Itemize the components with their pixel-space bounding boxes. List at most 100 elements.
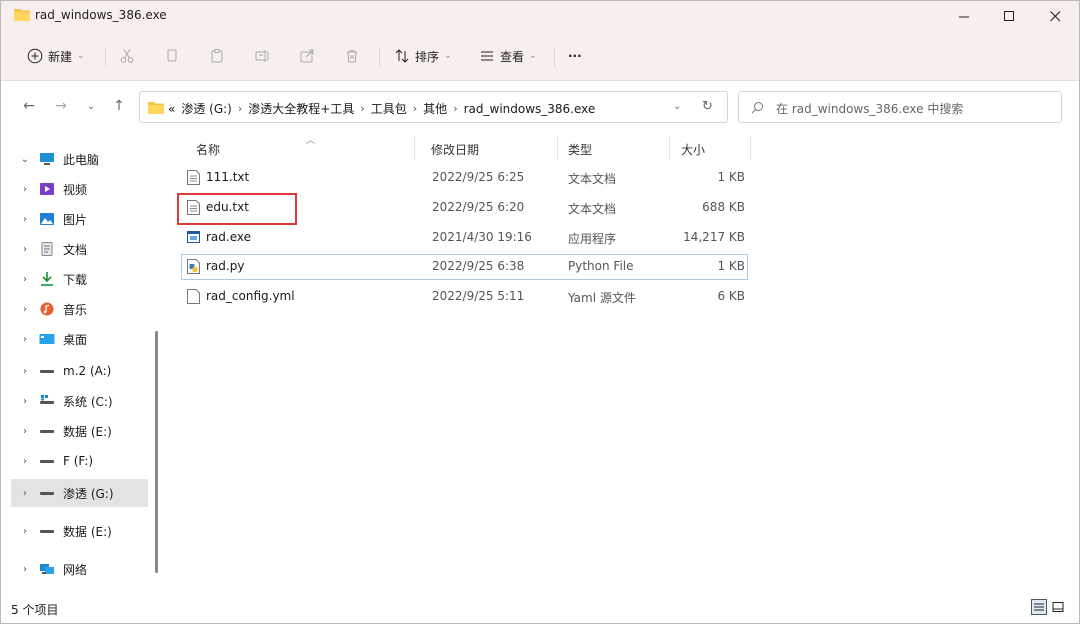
- sidebar-item-label: m.2 (A:): [63, 364, 112, 378]
- tiles-view-icon: [1052, 602, 1064, 612]
- column-divider[interactable]: [414, 135, 415, 161]
- sidebar-item-label: 下载: [63, 272, 88, 287]
- delete-button[interactable]: [344, 45, 360, 67]
- minimize-button[interactable]: [941, 1, 987, 31]
- sidebar-item-drive-e-2[interactable]: › 数据 (E:): [1, 517, 148, 545]
- sidebar-item-drive-a[interactable]: › m.2 (A:): [1, 357, 148, 385]
- sort-button[interactable]: 排序 ⌄: [394, 45, 452, 67]
- chevron-right-icon[interactable]: ›: [19, 214, 31, 225]
- details-view-button[interactable]: [1031, 599, 1047, 615]
- explorer-window: rad_windows_386.exe 新建 ⌄ 排序 ⌄ 查看 ⌄ ··· ←…: [0, 0, 1080, 624]
- column-header-type[interactable]: 类型: [568, 141, 592, 158]
- sort-label: 排序: [415, 49, 440, 64]
- file-row-rad-py[interactable]: rad.py 2022/9/25 6:38 Python File 1 KB: [181, 254, 748, 280]
- share-button[interactable]: [299, 45, 315, 67]
- file-list: ︿ 名称 修改日期 类型 大小 111.txt 2022/9/25 6:25 文…: [163, 131, 1079, 593]
- pc-icon: [40, 153, 54, 165]
- arrow-right-icon: →: [55, 98, 67, 114]
- address-bar[interactable]: « 渗透 (G:) › 渗透大全教程+工具 › 工具包 › 其他 › rad_w…: [139, 91, 728, 123]
- forward-button[interactable]: →: [51, 97, 71, 115]
- sidebar-item-drive-e[interactable]: › 数据 (E:): [1, 417, 148, 445]
- python-file-icon: [187, 259, 200, 274]
- sidebar-item-drive-f[interactable]: › F (F:): [1, 447, 148, 475]
- file-size: 688 KB: [702, 200, 745, 214]
- file-row-rad-exe[interactable]: rad.exe 2021/4/30 19:16 应用程序 14,217 KB: [181, 225, 748, 251]
- refresh-icon[interactable]: ↻: [702, 99, 713, 114]
- chevron-right-icon[interactable]: ›: [19, 426, 31, 437]
- file-row-111-txt[interactable]: 111.txt 2022/9/25 6:25 文本文档 1 KB: [181, 165, 748, 191]
- chevron-right-icon[interactable]: ›: [19, 396, 31, 407]
- chevron-right-icon[interactable]: ›: [19, 334, 31, 345]
- column-divider[interactable]: [557, 135, 558, 161]
- sidebar-item-this-pc[interactable]: ⌄ 此电脑: [1, 145, 148, 173]
- up-button[interactable]: ↑: [109, 97, 129, 115]
- chevron-down-icon: ⌄: [529, 51, 537, 61]
- sidebar-item-music[interactable]: › 音乐: [1, 295, 148, 323]
- more-button[interactable]: ···: [568, 45, 582, 67]
- chevron-right-icon[interactable]: ›: [19, 488, 31, 499]
- chevron-right-icon[interactable]: ›: [453, 102, 457, 115]
- sidebar-item-desktop[interactable]: › 桌面: [1, 325, 148, 353]
- chevron-right-icon[interactable]: ›: [19, 244, 31, 255]
- breadcrumb-item-current[interactable]: rad_windows_386.exe: [464, 102, 596, 116]
- chevron-down-icon[interactable]: ⌄: [19, 154, 31, 165]
- file-size: 6 KB: [717, 289, 745, 303]
- sidebar-item-videos[interactable]: › 视频: [1, 175, 148, 203]
- breadcrumb-item[interactable]: 渗透大全教程+工具: [248, 100, 354, 117]
- search-box[interactable]: 在 rad_windows_386.exe 中搜索: [738, 91, 1062, 123]
- chevron-down-icon: ⌄: [86, 100, 96, 112]
- paste-icon: [211, 49, 223, 63]
- file-name: rad.py: [206, 259, 245, 273]
- column-divider[interactable]: [750, 135, 751, 161]
- sidebar-item-pictures[interactable]: › 图片: [1, 205, 148, 233]
- chevron-right-icon[interactable]: ›: [19, 184, 31, 195]
- chevron-right-icon[interactable]: ›: [19, 526, 31, 537]
- maximize-button[interactable]: [986, 1, 1032, 31]
- column-header-name[interactable]: 名称: [196, 141, 220, 158]
- breadcrumb-item[interactable]: 其他: [423, 100, 447, 117]
- search-input[interactable]: 在 rad_windows_386.exe 中搜索: [776, 100, 963, 117]
- breadcrumb-item[interactable]: 渗透 (G:): [181, 100, 232, 117]
- view-button[interactable]: 查看 ⌄: [479, 45, 537, 67]
- chevron-right-icon[interactable]: ›: [19, 366, 31, 377]
- chevron-right-icon[interactable]: ›: [413, 102, 417, 115]
- chevron-right-icon[interactable]: ›: [19, 564, 31, 575]
- close-button[interactable]: [1032, 1, 1078, 31]
- column-header-size[interactable]: 大小: [681, 141, 705, 158]
- sidebar-item-drive-c[interactable]: › 系统 (C:): [1, 387, 148, 415]
- column-header-date[interactable]: 修改日期: [431, 141, 479, 158]
- tiles-view-button[interactable]: [1050, 599, 1066, 615]
- sidebar-item-network[interactable]: › 网络: [1, 555, 148, 583]
- title-bar[interactable]: rad_windows_386.exe: [1, 1, 1079, 31]
- sidebar-scrollbar[interactable]: [155, 331, 158, 573]
- sidebar-item-downloads[interactable]: › 下载: [1, 265, 148, 293]
- chevron-right-icon[interactable]: ›: [19, 304, 31, 315]
- paste-button[interactable]: [209, 45, 225, 67]
- share-icon: [300, 49, 314, 63]
- sidebar-item-documents[interactable]: › 文档: [1, 235, 148, 263]
- rename-button[interactable]: [254, 45, 270, 67]
- cut-button[interactable]: [119, 45, 135, 67]
- file-size: 14,217 KB: [683, 230, 745, 244]
- address-dropdown-icon[interactable]: ⌄: [673, 101, 681, 112]
- recent-locations-button[interactable]: ⌄: [81, 97, 101, 115]
- chevron-right-icon[interactable]: ›: [19, 456, 31, 467]
- chevron-right-icon[interactable]: ›: [238, 102, 242, 115]
- breadcrumb-overflow[interactable]: «: [168, 102, 175, 116]
- copy-button[interactable]: [164, 45, 180, 67]
- chevron-right-icon[interactable]: ›: [360, 102, 364, 115]
- file-row-rad-config-yml[interactable]: rad_config.yml 2022/9/25 5:11 Yaml 源文件 6…: [181, 284, 748, 310]
- column-divider[interactable]: [669, 135, 670, 161]
- new-button[interactable]: 新建 ⌄: [27, 45, 85, 67]
- details-view-icon: [1034, 603, 1044, 611]
- sidebar-item-drive-g[interactable]: › 渗透 (G:): [11, 479, 148, 507]
- file-date: 2022/9/25 6:25: [432, 170, 525, 184]
- file-type: Yaml 源文件: [568, 291, 636, 305]
- sidebar-item-label: 渗透 (G:): [63, 486, 114, 501]
- back-button[interactable]: ←: [19, 97, 39, 115]
- video-icon: [40, 183, 54, 195]
- new-label: 新建: [48, 49, 73, 64]
- chevron-right-icon[interactable]: ›: [19, 274, 31, 285]
- copy-icon: [167, 49, 177, 62]
- breadcrumb-item[interactable]: 工具包: [371, 100, 407, 117]
